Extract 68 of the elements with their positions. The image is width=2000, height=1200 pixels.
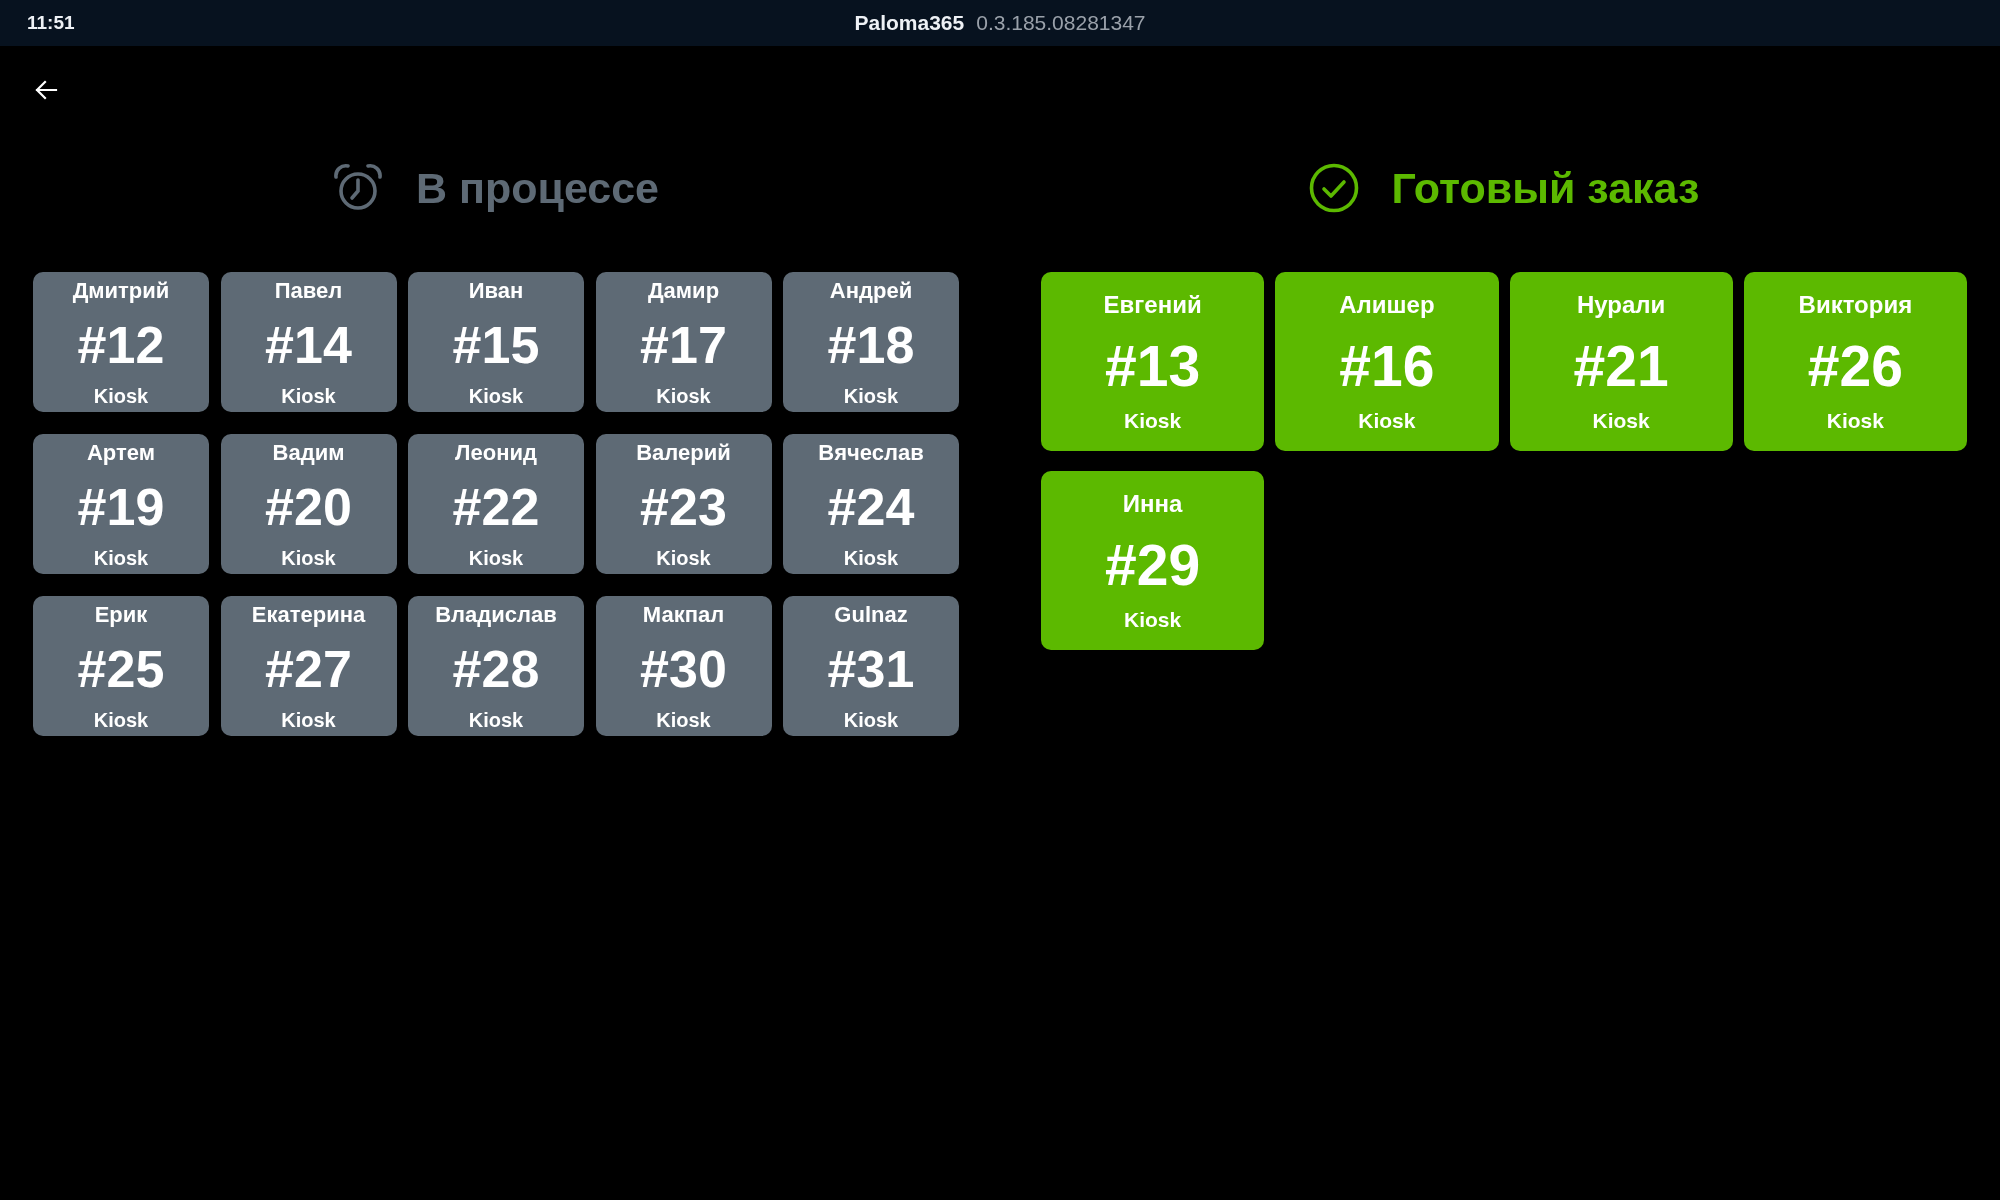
customer-name: Дмитрий (72, 278, 170, 304)
app-name: Paloma365 (854, 11, 965, 35)
back-arrow-icon (34, 78, 58, 102)
order-number: #31 (827, 639, 915, 699)
order-number: #20 (265, 477, 352, 537)
order-number: #30 (640, 639, 727, 699)
customer-name: Павел (274, 278, 343, 304)
customer-name: Gulnaz (834, 602, 908, 628)
order-number: #25 (77, 639, 165, 699)
order-number: #12 (77, 315, 165, 375)
customer-name: Макпал (642, 602, 725, 628)
status-time: 11:51 (27, 12, 75, 34)
app-version: 0.3.185.08281347 (976, 11, 1146, 35)
order-number: #28 (452, 639, 540, 699)
order-number: #19 (77, 477, 165, 537)
customer-name: Нурали (1576, 291, 1666, 319)
order-number: #23 (640, 477, 727, 537)
customer-name: Екатерина (251, 602, 366, 628)
customer-name: Евгений (1103, 291, 1202, 319)
order-source: Kiosk (281, 384, 336, 408)
order-source: Kiosk (1124, 607, 1182, 633)
customer-name: Артем (87, 440, 155, 466)
order-source: Kiosk (656, 384, 711, 408)
customer-name: Владислав (435, 602, 557, 628)
order-number: #13 (1105, 335, 1201, 397)
customer-name: Виктория (1798, 291, 1913, 319)
order-number: #22 (452, 477, 540, 537)
order-number: #17 (640, 315, 727, 375)
check-circle-icon (1308, 163, 1359, 213)
section-title: В процессе (416, 163, 659, 213)
order-number: #21 (1573, 335, 1669, 397)
order-number: #18 (827, 315, 915, 375)
order-number: #26 (1807, 335, 1903, 397)
order-source: Kiosk (281, 708, 336, 732)
order-source: Kiosk (656, 708, 711, 732)
order-source: Kiosk (468, 546, 524, 570)
order-number: #24 (827, 477, 915, 537)
order-source: Kiosk (843, 708, 899, 732)
order-number: #29 (1105, 534, 1201, 596)
customer-name: Вячеслав (818, 440, 924, 466)
order-source: Kiosk (1592, 408, 1650, 434)
customer-name: Вадим (272, 440, 345, 466)
order-source: Kiosk (93, 546, 149, 570)
order-source: Kiosk (468, 384, 524, 408)
customer-name: Дамир (647, 278, 720, 304)
order-source: Kiosk (843, 546, 899, 570)
order-number: #27 (265, 639, 352, 699)
order-source: Kiosk (1124, 408, 1182, 434)
customer-name: Андрей (829, 278, 913, 304)
order-source: Kiosk (281, 546, 336, 570)
customer-name: Иван (468, 278, 524, 304)
section-title: Готовый заказ (1391, 163, 1700, 213)
order-source: Kiosk (1358, 408, 1416, 434)
order-number: #14 (265, 315, 352, 375)
customer-name: Ерик (94, 602, 148, 628)
customer-name: Валерий (636, 440, 731, 466)
order-source: Kiosk (843, 384, 899, 408)
order-source: Kiosk (468, 708, 524, 732)
alarm-clock-icon (333, 163, 383, 213)
order-number: #16 (1339, 335, 1435, 397)
order-source: Kiosk (656, 546, 711, 570)
order-source: Kiosk (1826, 408, 1884, 434)
order-source: Kiosk (93, 708, 149, 732)
customer-name: Леонид (455, 440, 537, 466)
customer-name: Инна (1122, 490, 1183, 518)
customer-name: Алишер (1339, 291, 1435, 319)
order-source: Kiosk (93, 384, 149, 408)
order-number: #15 (452, 315, 540, 375)
